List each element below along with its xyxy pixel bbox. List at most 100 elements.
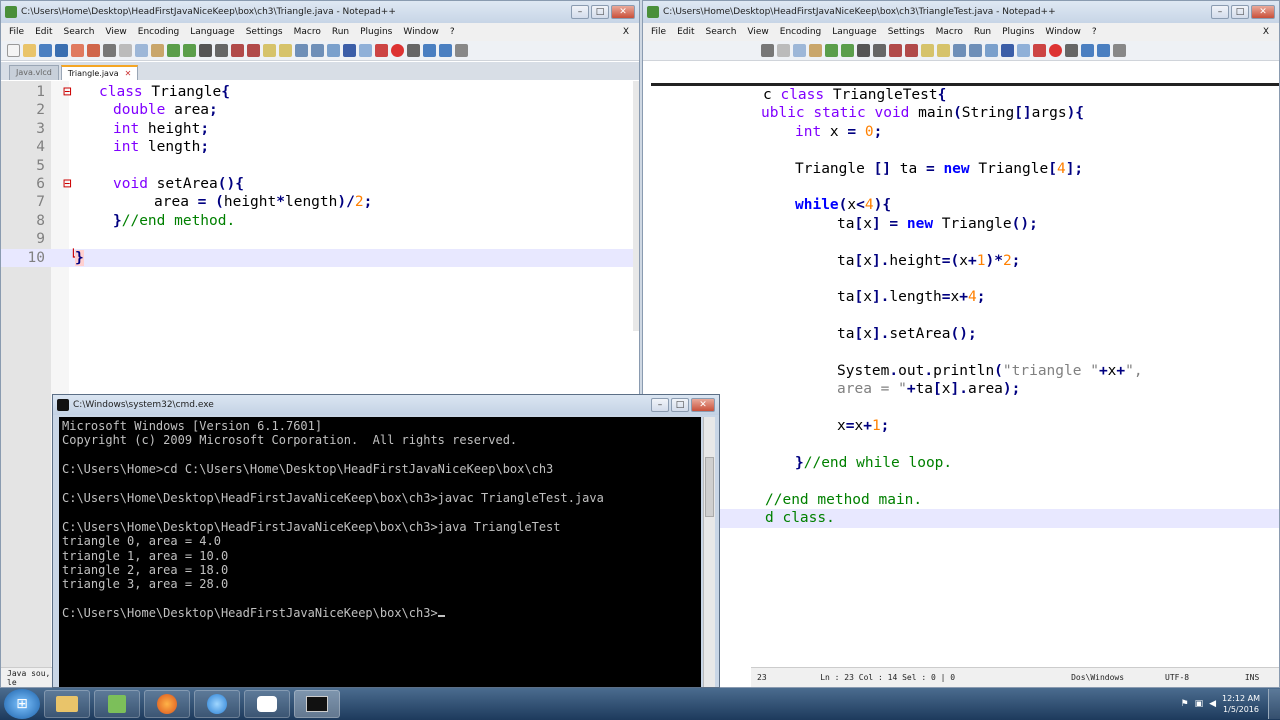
console-output[interactable]: Microsoft Windows [Version 6.1.7601] Copy… (59, 417, 701, 687)
save-icon[interactable] (39, 44, 52, 57)
taskbar-explorer[interactable] (44, 690, 90, 718)
zoom-in-icon[interactable] (231, 44, 244, 57)
copy-icon[interactable] (135, 44, 148, 57)
flag-icon[interactable]: ⚑ (1181, 699, 1189, 709)
save-macro-icon[interactable] (455, 44, 468, 57)
all-chars-icon[interactable] (311, 44, 324, 57)
show-desktop-button[interactable] (1268, 689, 1280, 719)
menu-encoding[interactable]: Encoding (138, 27, 179, 37)
menu-search[interactable]: Search (64, 27, 95, 37)
sync-h-icon[interactable] (937, 44, 950, 57)
cmd-title-bar[interactable]: C:\Windows\system32\cmd.exe – □ ✕ (53, 395, 719, 415)
volume-icon[interactable]: ◀ (1209, 699, 1216, 709)
play-macro-icon[interactable] (1081, 44, 1094, 57)
tab-java-vlcd[interactable]: Java.vlcd (9, 65, 59, 80)
minimize-button[interactable]: – (1211, 5, 1229, 19)
menu-file[interactable]: File (9, 27, 24, 37)
menu-plugins[interactable]: Plugins (360, 27, 392, 37)
right-code-editor[interactable]: c class TriangleTest{ ublic static void … (651, 83, 1279, 687)
wrap-icon[interactable] (295, 44, 308, 57)
tab-close-icon[interactable]: ✕ (125, 69, 132, 78)
function-list-icon[interactable] (1033, 44, 1046, 57)
sync-v-icon[interactable] (921, 44, 934, 57)
menu-language[interactable]: Language (190, 27, 234, 37)
record-macro-icon[interactable] (1049, 44, 1062, 57)
minimize-button[interactable]: – (651, 398, 669, 412)
left-vertical-scrollbar[interactable] (633, 81, 639, 331)
close-button[interactable]: ✕ (691, 398, 715, 412)
start-button[interactable]: ⊞ (4, 689, 40, 719)
taskbar-firefox[interactable] (144, 690, 190, 718)
close-button[interactable]: ✕ (1251, 5, 1275, 19)
menu-encoding[interactable]: Encoding (780, 27, 821, 37)
zoom-in-icon[interactable] (889, 44, 902, 57)
redo-icon[interactable] (183, 44, 196, 57)
scrollbar-thumb[interactable] (705, 457, 714, 517)
doc-map-icon[interactable] (359, 44, 372, 57)
clock[interactable]: 12:12 AM 1/5/2016 (1222, 693, 1260, 715)
maximize-button[interactable]: □ (591, 5, 609, 19)
maximize-button[interactable]: □ (1231, 5, 1249, 19)
cut-icon[interactable] (777, 44, 790, 57)
close-file-icon[interactable] (71, 44, 84, 57)
run-macro-multiple-icon[interactable] (439, 44, 452, 57)
menu-close-doc[interactable]: X (1263, 27, 1269, 37)
lang-icon[interactable] (1001, 44, 1014, 57)
record-macro-icon[interactable] (391, 44, 404, 57)
menu-help[interactable]: ? (1092, 27, 1097, 37)
play-macro-icon[interactable] (423, 44, 436, 57)
indent-guide-icon[interactable] (985, 44, 998, 57)
menu-search[interactable]: Search (706, 27, 737, 37)
taskbar-ie[interactable] (194, 690, 240, 718)
replace-icon[interactable] (873, 44, 886, 57)
close-button[interactable]: ✕ (611, 5, 635, 19)
menu-language[interactable]: Language (832, 27, 876, 37)
stop-macro-icon[interactable] (407, 44, 420, 57)
stop-macro-icon[interactable] (1065, 44, 1078, 57)
menu-macro[interactable]: Macro (294, 27, 321, 37)
sync-h-icon[interactable] (279, 44, 292, 57)
menu-file[interactable]: File (651, 27, 666, 37)
menu-macro[interactable]: Macro (936, 27, 963, 37)
menu-run[interactable]: Run (332, 27, 349, 37)
menu-edit[interactable]: Edit (35, 27, 52, 37)
maximize-button[interactable]: □ (671, 398, 689, 412)
taskbar-notepadpp[interactable] (94, 690, 140, 718)
undo-icon[interactable] (825, 44, 838, 57)
close-all-icon[interactable] (87, 44, 100, 57)
minimize-button[interactable]: – (571, 5, 589, 19)
left-title-bar[interactable]: C:\Users\Home\Desktop\HeadFirstJavaNiceK… (1, 1, 639, 23)
menu-window[interactable]: Window (1045, 27, 1081, 37)
redo-icon[interactable] (841, 44, 854, 57)
all-chars-icon[interactable] (969, 44, 982, 57)
menu-plugins[interactable]: Plugins (1002, 27, 1034, 37)
doc-map-icon[interactable] (1017, 44, 1030, 57)
menu-edit[interactable]: Edit (677, 27, 694, 37)
print-icon[interactable] (761, 44, 774, 57)
menu-window[interactable]: Window (403, 27, 439, 37)
find-icon[interactable] (857, 44, 870, 57)
menu-run[interactable]: Run (974, 27, 991, 37)
right-title-bar[interactable]: C:\Users\Home\Desktop\HeadFirstJavaNiceK… (643, 1, 1279, 23)
lang-icon[interactable] (343, 44, 356, 57)
print-icon[interactable] (103, 44, 116, 57)
paste-icon[interactable] (809, 44, 822, 57)
replace-icon[interactable] (215, 44, 228, 57)
new-file-icon[interactable] (7, 44, 20, 57)
run-macro-multiple-icon[interactable] (1097, 44, 1110, 57)
cmd-vertical-scrollbar[interactable] (703, 417, 715, 687)
save-all-icon[interactable] (55, 44, 68, 57)
sync-v-icon[interactable] (263, 44, 276, 57)
menu-view[interactable]: View (747, 27, 768, 37)
open-file-icon[interactable] (23, 44, 36, 57)
find-icon[interactable] (199, 44, 212, 57)
copy-icon[interactable] (793, 44, 806, 57)
indent-guide-icon[interactable] (327, 44, 340, 57)
zoom-out-icon[interactable] (247, 44, 260, 57)
tab-triangle-java[interactable]: Triangle.java ✕ (60, 65, 139, 80)
menu-help[interactable]: ? (450, 27, 455, 37)
undo-icon[interactable] (167, 44, 180, 57)
paste-icon[interactable] (151, 44, 164, 57)
network-icon[interactable]: ▣ (1195, 699, 1204, 709)
save-macro-icon[interactable] (1113, 44, 1126, 57)
